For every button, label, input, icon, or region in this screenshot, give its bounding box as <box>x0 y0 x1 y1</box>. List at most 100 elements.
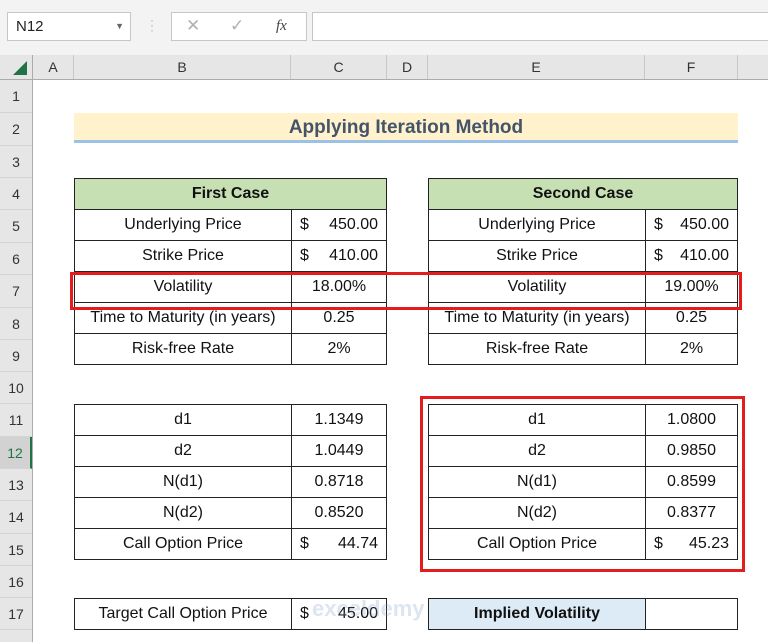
second-case-result-label[interactable]: d1 <box>428 404 646 436</box>
column-header-d[interactable]: D <box>387 55 428 79</box>
second-case-result-value-cell[interactable]: $45.23 <box>645 528 738 560</box>
currency-symbol: $ <box>654 247 663 264</box>
second-case-input-row: Strike Price $410.00 <box>428 240 738 272</box>
first-case-result-value-cell[interactable]: $44.74 <box>291 528 387 560</box>
second-case-result-label[interactable]: N(d2) <box>428 497 646 529</box>
first-case-result-label[interactable]: N(d2) <box>74 497 292 529</box>
row-header-14[interactable]: 14 <box>0 501 32 534</box>
row-header-12[interactable]: 12 <box>0 437 32 469</box>
row-header-9[interactable]: 9 <box>0 340 32 372</box>
row-header-10[interactable]: 10 <box>0 372 32 404</box>
first-case-input-value-cell[interactable]: 2% <box>291 333 387 365</box>
second-case-input-row: Risk-free Rate 2% <box>428 333 738 365</box>
first-case-input-label[interactable]: Risk-free Rate <box>74 333 292 365</box>
second-case-input-value-cell[interactable]: $450.00 <box>645 209 738 241</box>
first-case-input-row: Strike Price $410.00 <box>74 240 387 272</box>
first-case-input-value-cell[interactable]: 0.25 <box>291 302 387 334</box>
implied-label[interactable]: Implied Volatility <box>428 598 646 630</box>
first-case-result-label[interactable]: d2 <box>74 435 292 467</box>
row-headers: 1 2 3 4 5 6 7 8 9 10 11 12 13 14 15 16 17 <box>0 80 33 642</box>
second-case-input-row: Time to Maturity (in years) 0.25 <box>428 302 738 334</box>
second-case-result-value-cell[interactable]: 0.8377 <box>645 497 738 529</box>
second-case-result-value-cell[interactable]: 1.0800 <box>645 404 738 436</box>
row-header-4[interactable]: 4 <box>0 178 32 210</box>
first-case-result-value-cell[interactable]: 1.1349 <box>291 404 387 436</box>
second-case-result-value-cell[interactable]: 0.8599 <box>645 466 738 498</box>
row-header-8[interactable]: 8 <box>0 308 32 340</box>
second-case-input-value-cell[interactable]: $410.00 <box>645 240 738 272</box>
row-header-6[interactable]: 6 <box>0 243 32 275</box>
sheet-title: Applying Iteration Method <box>74 113 738 143</box>
first-case-result-label[interactable]: N(d1) <box>74 466 292 498</box>
second-case-input-label[interactable]: Volatility <box>428 271 646 303</box>
first-case-input-label[interactable]: Time to Maturity (in years) <box>74 302 292 334</box>
second-case-result-value-cell[interactable]: 0.9850 <box>645 435 738 467</box>
row-header-2[interactable]: 2 <box>0 113 32 146</box>
first-case-result-value: 44.74 <box>337 535 378 552</box>
first-case-input-label[interactable]: Underlying Price <box>74 209 292 241</box>
grip-icon: · · · <box>150 13 154 37</box>
cancel-icon[interactable]: ✕ <box>186 16 200 36</box>
second-case-input-label[interactable]: Strike Price <box>428 240 646 272</box>
row-header-15[interactable]: 15 <box>0 534 32 566</box>
column-header-c[interactable]: C <box>291 55 387 79</box>
row-header-17[interactable]: 17 <box>0 598 32 630</box>
row-header-11[interactable]: 11 <box>0 404 32 437</box>
column-headers: A B C D E F <box>33 55 768 80</box>
target-value-cell[interactable]: $45.00 <box>291 598 387 630</box>
second-case-result-label[interactable]: d2 <box>428 435 646 467</box>
second-case-result-value: 45.23 <box>688 535 729 552</box>
chevron-down-icon[interactable]: ▼ <box>115 13 124 40</box>
enter-icon[interactable]: ✓ <box>230 16 244 36</box>
formula-input[interactable] <box>312 12 768 41</box>
currency-symbol: $ <box>300 535 309 552</box>
first-case-input-value-cell[interactable]: $410.00 <box>291 240 387 272</box>
second-case-input-label[interactable]: Underlying Price <box>428 209 646 241</box>
row-header-7[interactable]: 7 <box>0 275 32 308</box>
column-header-b[interactable]: B <box>74 55 291 79</box>
formula-buttons: ✕ ✓ fx <box>171 12 307 41</box>
second-case-input-row: Underlying Price $450.00 <box>428 209 738 241</box>
target-table: Target Call Option Price $45.00 <box>74 598 387 630</box>
first-case-input-value: 410.00 <box>329 247 378 264</box>
first-case-result-label[interactable]: d1 <box>74 404 292 436</box>
second-case-result-row: d2 0.9850 <box>428 435 738 467</box>
first-case-input-label[interactable]: Strike Price <box>74 240 292 272</box>
second-case-input-label[interactable]: Risk-free Rate <box>428 333 646 365</box>
row-header-3[interactable]: 3 <box>0 146 32 178</box>
column-header-a[interactable]: A <box>33 55 74 79</box>
second-case-result-row: d1 1.0800 <box>428 404 738 436</box>
row-header-5[interactable]: 5 <box>0 210 32 243</box>
second-case-input-value: 450.00 <box>680 216 729 233</box>
row-header-13[interactable]: 13 <box>0 469 32 501</box>
first-case-input-value-cell[interactable]: 18.00% <box>291 271 387 303</box>
first-case-header: First Case <box>74 178 387 210</box>
column-header-f[interactable]: F <box>645 55 738 79</box>
first-case-result-label[interactable]: Call Option Price <box>74 528 292 560</box>
second-case-results-table: d1 1.0800 d2 0.9850 N(d1) 0.8599 N(d2) 0.8377 Ca… <box>428 404 738 560</box>
first-case-result-value-cell[interactable]: 0.8520 <box>291 497 387 529</box>
column-header-e[interactable]: E <box>428 55 645 79</box>
first-case-result-value-cell[interactable]: 1.0449 <box>291 435 387 467</box>
implied-value[interactable] <box>645 598 738 630</box>
second-case-input-label[interactable]: Time to Maturity (in years) <box>428 302 646 334</box>
select-all-button[interactable] <box>0 55 33 80</box>
second-case-result-label[interactable]: N(d1) <box>428 466 646 498</box>
row-header-1[interactable]: 1 <box>0 80 32 113</box>
second-case-input-value-cell[interactable]: 0.25 <box>645 302 738 334</box>
second-case-input-value-cell[interactable]: 2% <box>645 333 738 365</box>
row-header-16[interactable]: 16 <box>0 566 32 598</box>
implied-row: Implied Volatility <box>428 598 738 630</box>
first-case-input-value-cell[interactable]: $450.00 <box>291 209 387 241</box>
first-case-input-value: 450.00 <box>329 216 378 233</box>
target-label[interactable]: Target Call Option Price <box>74 598 292 630</box>
second-case-result-label[interactable]: Call Option Price <box>428 528 646 560</box>
first-case-result-value-cell[interactable]: 0.8718 <box>291 466 387 498</box>
first-case-results-table: d1 1.1349 d2 1.0449 N(d1) 0.8718 N(d2) 0.8520 Ca… <box>74 404 387 560</box>
name-box[interactable]: N12 ▼ <box>7 12 131 41</box>
second-case-input-value: 410.00 <box>680 247 729 264</box>
second-case-input-value-cell[interactable]: 19.00% <box>645 271 738 303</box>
currency-symbol: $ <box>654 535 663 552</box>
first-case-input-label[interactable]: Volatility <box>74 271 292 303</box>
function-icon[interactable]: fx <box>276 18 287 35</box>
